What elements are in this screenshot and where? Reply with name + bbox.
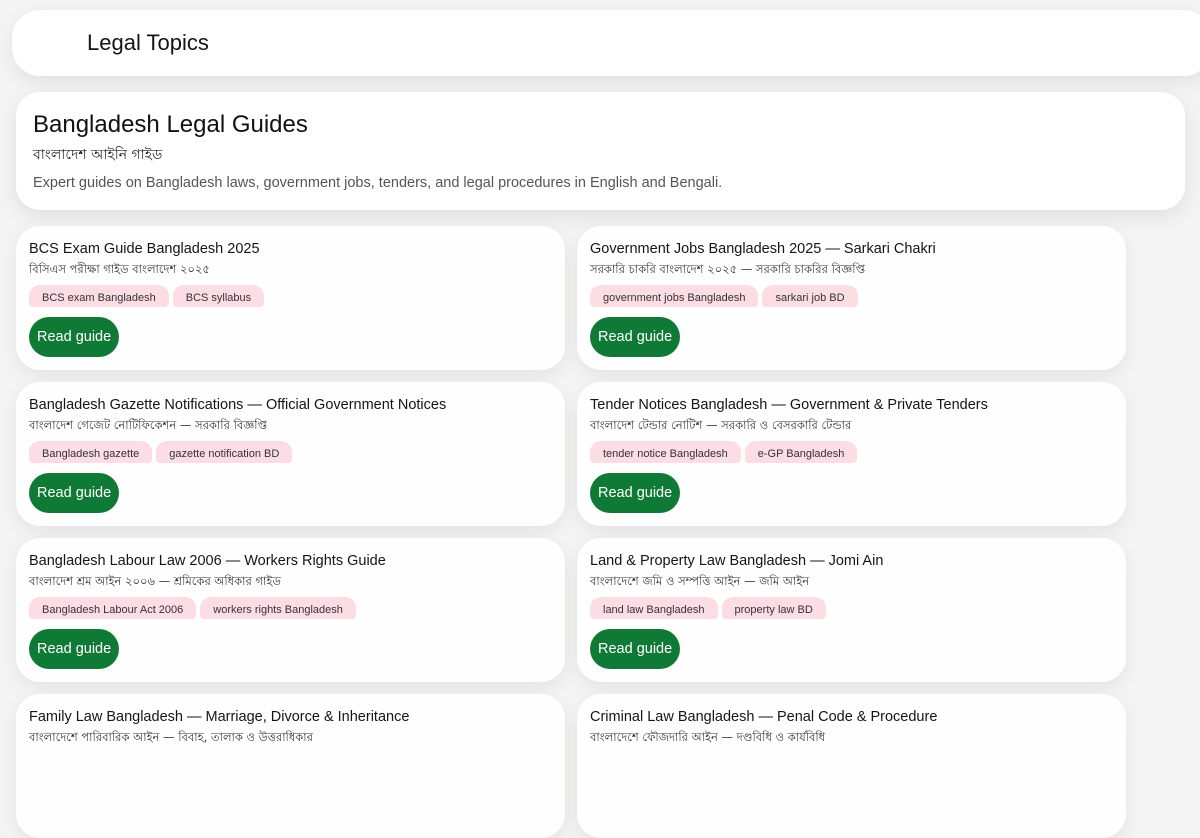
- tag: tender notice Bangladesh: [590, 441, 741, 463]
- guide-card-bcs-exam: BCS Exam Guide Bangladesh 2025 বিসিএস পর…: [16, 226, 565, 370]
- tag: property law BD: [721, 597, 826, 619]
- page-title: Bangladesh Legal Guides: [33, 111, 308, 138]
- card-title: Criminal Law Bangladesh — Penal Code & P…: [590, 709, 938, 725]
- read-guide-button[interactable]: Read guide: [590, 473, 681, 513]
- read-guide-button[interactable]: Read guide: [29, 473, 120, 513]
- card-title: Bangladesh Labour Law 2006 — Workers Rig…: [29, 553, 386, 569]
- card-title: Government Jobs Bangladesh 2025 — Sarkar…: [590, 241, 936, 257]
- guide-grid: BCS Exam Guide Bangladesh 2025 বিসিএস পর…: [16, 226, 1127, 838]
- read-guide-button[interactable]: Read guide: [590, 629, 681, 669]
- top-bar-title: Legal Topics: [87, 30, 209, 55]
- card-title: Tender Notices Bangladesh — Government &…: [590, 397, 988, 413]
- card-title: Family Law Bangladesh — Marriage, Divorc…: [29, 709, 410, 725]
- card-tags: BCS exam Bangladesh BCS syllabus: [29, 285, 265, 307]
- top-bar: Legal Topics: [12, 10, 1200, 76]
- guide-card-tender-notices: Tender Notices Bangladesh — Government &…: [577, 382, 1126, 526]
- read-guide-button[interactable]: Read guide: [29, 629, 120, 669]
- tag: workers rights Bangladesh: [200, 597, 356, 619]
- tag: sarkari job BD: [762, 285, 858, 307]
- tag: gazette notification BD: [156, 441, 293, 463]
- tag: BCS exam Bangladesh: [29, 285, 169, 307]
- card-tags: Bangladesh Labour Act 2006 workers right…: [29, 597, 356, 619]
- card-title: BCS Exam Guide Bangladesh 2025: [29, 241, 260, 257]
- tag: e-GP Bangladesh: [744, 441, 858, 463]
- tag: Bangladesh Labour Act 2006: [29, 597, 197, 619]
- card-subtitle-bengali: বাংলাদেশে ফৌজদারি আইন — দণ্ডবিধি ও কার্য…: [590, 730, 826, 744]
- card-subtitle-bengali: বাংলাদেশ শ্রম আইন ২০০৬ — শ্রমিকের অধিকার…: [29, 574, 281, 588]
- card-title: Land & Property Law Bangladesh — Jomi Ai…: [590, 553, 884, 569]
- guide-card-criminal-law: Criminal Law Bangladesh — Penal Code & P…: [577, 694, 1126, 838]
- tag: government jobs Bangladesh: [590, 285, 759, 307]
- tag: land law Bangladesh: [590, 597, 718, 619]
- card-tags: tender notice Bangladesh e-GP Bangladesh: [590, 441, 858, 463]
- guide-card-land-property-law: Land & Property Law Bangladesh — Jomi Ai…: [577, 538, 1126, 682]
- hero-panel: Bangladesh Legal Guides বাংলাদেশ আইনি গা…: [16, 92, 1185, 210]
- card-subtitle-bengali: বাংলাদেশে জমি ও সম্পত্তি আইন — জমি আইন: [590, 574, 810, 588]
- card-subtitle-bengali: বাংলাদেশ টেন্ডার নোটিশ — সরকারি ও বেসরকা…: [590, 418, 852, 432]
- card-title: Bangladesh Gazette Notifications — Offic…: [29, 397, 447, 413]
- guide-card-government-jobs: Government Jobs Bangladesh 2025 — Sarkar…: [577, 226, 1126, 370]
- card-subtitle-bengali: সরকারি চাকরি বাংলাদেশ ২০২৫ — সরকারি চাকর…: [590, 262, 866, 276]
- guide-card-gazette: Bangladesh Gazette Notifications — Offic…: [16, 382, 565, 526]
- card-tags: Bangladesh gazette gazette notification …: [29, 441, 293, 463]
- card-tags: government jobs Bangladesh sarkari job B…: [590, 285, 858, 307]
- page-description: Expert guides on Bangladesh laws, govern…: [33, 175, 723, 191]
- guide-card-family-law: Family Law Bangladesh — Marriage, Divorc…: [16, 694, 565, 838]
- card-subtitle-bengali: বিসিএস পরীক্ষা গাইড বাংলাদেশ ২০২৫: [29, 262, 210, 276]
- guide-card-labour-law: Bangladesh Labour Law 2006 — Workers Rig…: [16, 538, 565, 682]
- card-tags: land law Bangladesh property law BD: [590, 597, 826, 619]
- read-guide-button[interactable]: Read guide: [29, 317, 120, 357]
- card-subtitle-bengali: বাংলাদেশ গেজেট নোটিফিকেশন — সরকারি বিজ্ঞ…: [29, 418, 268, 432]
- tag: BCS syllabus: [172, 285, 265, 307]
- page-subtitle-bengali: বাংলাদেশ আইনি গাইড: [33, 147, 163, 163]
- tag: Bangladesh gazette: [29, 441, 153, 463]
- card-subtitle-bengali: বাংলাদেশে পারিবারিক আইন — বিবাহ, তালাক ও…: [29, 730, 313, 744]
- read-guide-button[interactable]: Read guide: [590, 317, 681, 357]
